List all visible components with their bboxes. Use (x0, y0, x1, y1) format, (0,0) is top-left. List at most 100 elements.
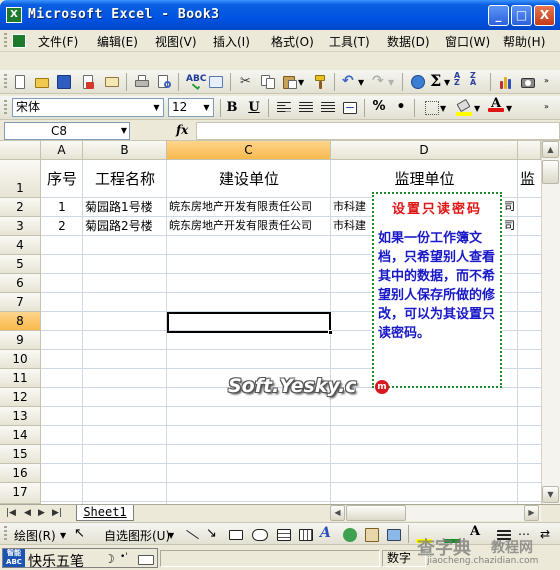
scroll-down-button[interactable]: ▼ (542, 486, 559, 503)
redo-dropdown-icon[interactable]: ▼ (388, 78, 396, 94)
copy-icon[interactable] (260, 74, 276, 90)
cut-icon[interactable]: ✂ (238, 74, 254, 90)
undo-icon[interactable]: ↶ (342, 73, 358, 89)
print-preview-icon[interactable] (156, 74, 172, 90)
toolbar-options-icon[interactable]: » (544, 102, 558, 118)
toolbar-grip[interactable] (4, 526, 7, 542)
save-icon[interactable] (56, 74, 72, 90)
chevron-down-icon[interactable]: ▼ (121, 123, 127, 139)
row-header[interactable]: 16 (0, 464, 41, 483)
prev-sheet-icon[interactable]: ◀ (24, 508, 31, 518)
rectangle-icon[interactable] (228, 527, 244, 543)
name-box[interactable]: C8 ▼ (4, 122, 130, 140)
scroll-right-button[interactable]: ▶ (524, 505, 539, 521)
cell-b1[interactable]: 工程名称 (83, 160, 167, 198)
formula-input[interactable] (196, 122, 560, 140)
oval-icon[interactable] (252, 527, 268, 543)
print-icon[interactable] (134, 74, 150, 90)
select-objects-icon[interactable]: ↖ (74, 526, 90, 542)
chevron-down-icon[interactable]: ▼ (200, 99, 213, 116)
scroll-thumb[interactable] (542, 160, 559, 184)
menu-grip[interactable] (4, 33, 7, 49)
font-size-combo[interactable]: 12 ▼ (168, 98, 214, 117)
fill-color-dropdown-icon[interactable]: ▼ (474, 104, 482, 120)
fill-color-icon[interactable] (456, 98, 472, 116)
cell-d2[interactable]: 市科建 (333, 198, 373, 217)
scroll-left-button[interactable]: ◀ (330, 505, 345, 521)
underline-button[interactable]: U (245, 99, 263, 117)
active-cell-c8[interactable] (167, 312, 333, 335)
next-sheet-icon[interactable]: ▶ (38, 508, 45, 518)
merge-center-icon[interactable] (342, 100, 358, 116)
sort-ascending-icon[interactable]: AZ (454, 72, 470, 88)
menu-file[interactable]: 文件(F) (38, 33, 78, 49)
vertical-scrollbar[interactable]: ▲ ▼ (541, 141, 560, 504)
toolbar-grip[interactable] (4, 74, 7, 90)
clipart-icon[interactable] (364, 527, 380, 543)
cell-b2[interactable]: 菊园路1号楼 (85, 198, 167, 217)
cell-d2-tail[interactable]: 司 (504, 198, 518, 217)
sort-descending-icon[interactable]: ZA (470, 72, 486, 88)
scroll-up-button[interactable]: ▲ (542, 141, 559, 158)
chevron-down-icon[interactable]: ▼ (150, 99, 163, 116)
cell-d3-tail[interactable]: 司 (504, 217, 518, 236)
ime-logo[interactable]: 智能 ABC (3, 549, 25, 567)
menu-data[interactable]: 数据(D) (387, 33, 430, 49)
row-header[interactable]: 2 (0, 198, 41, 217)
row-header[interactable]: 17 (0, 483, 41, 504)
textbox-icon[interactable] (276, 527, 292, 543)
row-header[interactable]: 3 (0, 217, 41, 236)
cell-c2[interactable]: 皖东房地产开发有限责任公司 (169, 198, 331, 217)
redo-icon[interactable]: ↷ (372, 73, 388, 89)
fill-handle[interactable] (328, 330, 333, 335)
last-sheet-icon[interactable]: ▶| (52, 508, 62, 518)
worksheet-grid[interactable]: A B C D 1 2 3 4 5 6 7 8 9 10 11 12 13 14… (0, 141, 560, 504)
menu-tools[interactable]: 工具(T) (329, 33, 370, 49)
open-icon[interactable] (34, 74, 50, 90)
sheet-tab-sheet1[interactable]: Sheet1 (76, 505, 134, 521)
row-header[interactable]: 11 (0, 369, 41, 388)
column-header-e[interactable] (518, 141, 541, 160)
drawing-icon[interactable] (520, 74, 536, 90)
toolbar-options-icon[interactable]: » (544, 76, 558, 92)
menu-format[interactable]: 格式(O) (271, 33, 314, 49)
close-button[interactable]: X (534, 5, 555, 26)
row-header[interactable]: 7 (0, 293, 41, 312)
align-left-icon[interactable] (276, 100, 292, 116)
row-header[interactable]: 9 (0, 331, 41, 350)
select-all-corner[interactable] (0, 141, 41, 160)
ime-name[interactable]: 快乐五笔 (28, 551, 84, 570)
line-icon[interactable] (184, 527, 200, 543)
cell-b3[interactable]: 菊园路2号楼 (85, 217, 167, 236)
hyperlink-icon[interactable] (410, 74, 426, 90)
font-name-combo[interactable]: 宋体 ▼ (12, 98, 164, 117)
row-header[interactable]: 6 (0, 274, 41, 293)
menu-help[interactable]: 帮助(H) (503, 33, 545, 49)
diagram-icon[interactable] (342, 527, 358, 543)
percent-style-button[interactable]: % (370, 99, 388, 117)
horizontal-scrollbar[interactable]: ◀ ▶ (330, 505, 541, 521)
ime-punct-icon[interactable]: •' (120, 552, 136, 568)
borders-icon[interactable] (424, 100, 440, 116)
permission-icon[interactable] (80, 74, 96, 90)
draw-menu-button[interactable]: 绘图(R) (14, 527, 56, 544)
column-header-c[interactable]: C (167, 141, 331, 160)
chart-wizard-icon[interactable] (498, 74, 514, 90)
workbook-icon[interactable] (12, 34, 26, 48)
cell-a3[interactable]: 2 (41, 217, 83, 236)
column-header-b[interactable]: B (83, 141, 167, 160)
paste-icon[interactable] (282, 74, 298, 90)
borders-dropdown-icon[interactable]: ▼ (440, 104, 448, 120)
font-color-dropdown-icon[interactable]: ▼ (506, 104, 514, 120)
cell-comment-box[interactable]: 设置只读密码 如果一份工作簿文档，只希望别人查看其中的数据，而不希望别人保存所做… (372, 192, 502, 388)
bold-button[interactable]: B (223, 99, 241, 117)
cell-e1[interactable]: 监 (520, 160, 541, 198)
row-header[interactable]: 15 (0, 445, 41, 464)
cell-a1[interactable]: 序号 (41, 160, 83, 198)
title-bar[interactable]: X Microsoft Excel - Book3 _ □ X (0, 0, 560, 30)
new-icon[interactable] (12, 74, 28, 90)
email-icon[interactable] (104, 74, 120, 90)
row-header[interactable]: 5 (0, 255, 41, 274)
hscroll-thumb[interactable] (346, 505, 406, 521)
menu-edit[interactable]: 编辑(E) (97, 33, 138, 49)
